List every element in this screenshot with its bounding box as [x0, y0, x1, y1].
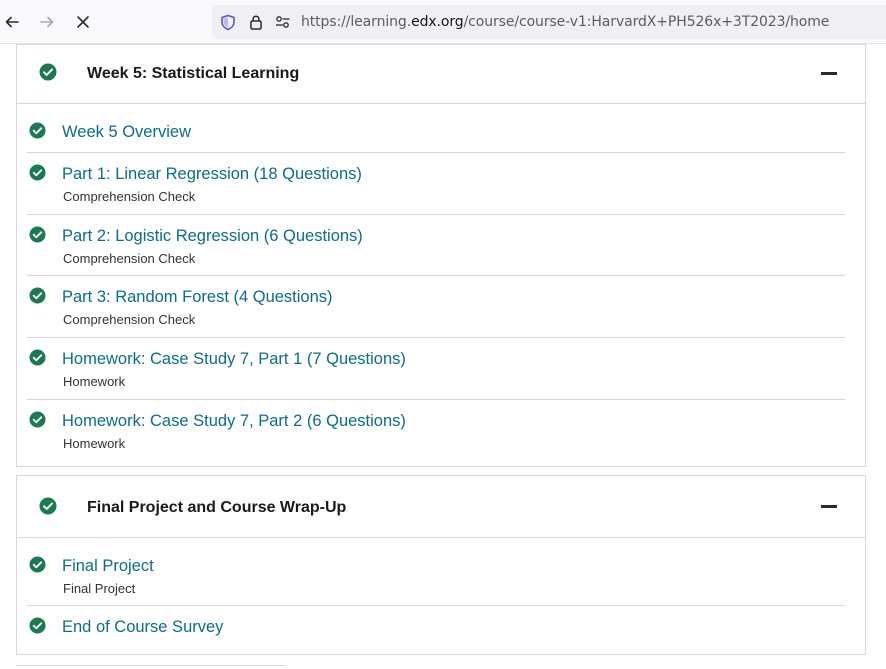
collapse-minus-icon[interactable] — [821, 72, 837, 75]
section-header[interactable]: Final Project and Course Wrap-Up — [17, 476, 865, 538]
list-item[interactable]: Week 5 Overview — [27, 104, 845, 153]
list-item[interactable]: End of Course Survey — [27, 606, 845, 654]
item-type-label: Comprehension Check — [63, 189, 196, 204]
divider — [16, 665, 286, 666]
section-header[interactable]: Week 5: Statistical Learning — [17, 45, 865, 104]
tracking-protection-shield-icon[interactable] — [219, 13, 237, 31]
completed-check-icon — [29, 617, 46, 634]
list-item[interactable]: Final Project Final Project — [27, 538, 845, 606]
completed-check-icon — [29, 556, 46, 573]
section-title: Final Project and Course Wrap-Up — [87, 499, 347, 516]
completed-check-icon — [29, 411, 46, 428]
completed-check-icon — [29, 122, 46, 139]
section-title: Week 5: Statistical Learning — [87, 65, 300, 82]
item-link[interactable]: Part 3: Random Forest (4 Questions) — [62, 288, 333, 307]
item-link[interactable]: Part 1: Linear Regression (18 Questions) — [62, 165, 362, 184]
completed-check-icon — [29, 226, 46, 243]
item-type-label: Comprehension Check — [63, 312, 196, 327]
list-item[interactable]: Part 2: Logistic Regression (6 Questions… — [27, 215, 845, 276]
lock-icon[interactable] — [247, 13, 265, 31]
list-item[interactable]: Homework: Case Study 7, Part 2 (6 Questi… — [27, 400, 845, 462]
completed-check-icon — [29, 349, 46, 366]
item-type-label: Homework — [63, 374, 126, 389]
forward-icon[interactable] — [35, 10, 59, 34]
completed-check-icon — [39, 63, 57, 81]
address-bar[interactable]: https://learning.edx.org/course/course-v… — [212, 5, 886, 39]
back-icon[interactable] — [0, 10, 24, 34]
item-type-label: Comprehension Check — [63, 251, 196, 266]
item-link[interactable]: Final Project — [62, 557, 154, 576]
item-link[interactable]: Part 2: Logistic Regression (6 Questions… — [62, 227, 363, 246]
completed-check-icon — [29, 287, 46, 304]
url-text[interactable]: https://learning.edx.org/course/course-v… — [301, 14, 829, 30]
collapse-minus-icon[interactable] — [821, 505, 837, 508]
permissions-icon[interactable] — [274, 13, 292, 31]
list-item[interactable]: Part 1: Linear Regression (18 Questions)… — [27, 153, 845, 215]
item-link[interactable]: Homework: Case Study 7, Part 1 (7 Questi… — [62, 350, 406, 369]
stop-loading-icon[interactable] — [71, 10, 95, 34]
section-final-project: Final Project and Course Wrap-Up Final P… — [16, 475, 866, 655]
item-link[interactable]: Week 5 Overview — [62, 123, 191, 142]
item-link[interactable]: End of Course Survey — [62, 618, 223, 637]
browser-toolbar: https://learning.edx.org/course/course-v… — [0, 0, 886, 44]
item-link[interactable]: Homework: Case Study 7, Part 2 (6 Questi… — [62, 412, 406, 431]
item-type-label: Homework — [63, 436, 126, 451]
completed-check-icon — [39, 497, 57, 515]
list-item[interactable]: Part 3: Random Forest (4 Questions) Comp… — [27, 276, 845, 338]
list-item[interactable]: Homework: Case Study 7, Part 1 (7 Questi… — [27, 338, 845, 400]
item-type-label: Final Project — [63, 581, 136, 596]
section-week-5: Week 5: Statistical Learning Week 5 Over… — [16, 44, 866, 467]
completed-check-icon — [29, 164, 46, 181]
